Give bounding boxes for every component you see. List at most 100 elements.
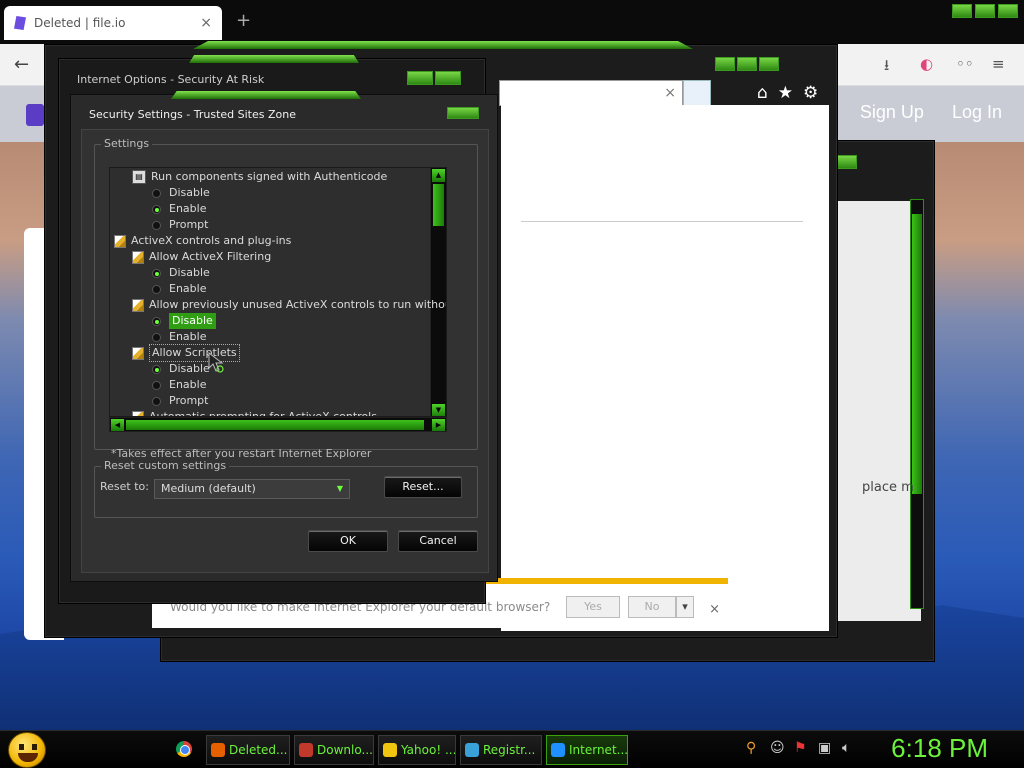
tree-radio-option[interactable]: Disable (152, 313, 216, 329)
tree-setting-header[interactable]: Allow ActiveX Filtering (132, 249, 271, 265)
notification-close-icon[interactable]: × (709, 602, 720, 617)
ie-max-button[interactable] (737, 57, 757, 71)
activex-icon (132, 298, 144, 312)
scrollbar-thumb[interactable] (912, 214, 922, 494)
taskbar-app-icon (299, 743, 313, 757)
taskbar-button-label: Internet... (569, 743, 628, 757)
taskbar-button[interactable]: Deleted... (206, 735, 290, 765)
taskbar-button[interactable]: Internet... (546, 735, 628, 765)
minimize-button[interactable] (952, 4, 972, 18)
site-logo[interactable] (26, 104, 44, 126)
reset-level-select[interactable]: Medium (default) ▼ (154, 479, 350, 499)
home-icon[interactable]: ⌂ (757, 83, 768, 103)
tree-radio-option[interactable]: Prompt (152, 393, 208, 409)
radio-button-icon[interactable] (152, 284, 161, 294)
radio-button-icon[interactable] (152, 364, 161, 374)
settings-tree[interactable]: ▲ ▼ ▤ Run components signed with Authenti… (109, 167, 447, 417)
activex-icon (114, 234, 126, 248)
sign-up-link[interactable]: Sign Up (860, 102, 924, 123)
volume-icon[interactable]: 🔈︎ (842, 740, 850, 756)
favorites-star-icon[interactable]: ★ (778, 83, 793, 103)
taskbar-button-label: Yahoo! ... (401, 743, 456, 757)
no-dropdown-button[interactable]: ▾ (676, 596, 694, 618)
radio-button-icon[interactable] (152, 396, 161, 406)
ie-close-button[interactable] (759, 57, 779, 71)
radio-button-icon[interactable] (152, 268, 161, 278)
network-icon[interactable]: ▣ (818, 740, 831, 756)
tree-setting-header[interactable]: ▤ Run components signed with Authenticode (132, 169, 387, 185)
tree-radio-option[interactable]: Disable (152, 265, 210, 281)
tree-setting-header[interactable]: ActiveX controls and plug-ins (114, 233, 291, 249)
no-button[interactable]: No (628, 596, 676, 618)
tree-row-label: Enable (169, 202, 207, 215)
extension-icon[interactable]: ◐ (920, 55, 933, 73)
scroll-left-icon[interactable]: ◀ (111, 419, 124, 431)
taskbar-button[interactable]: Yahoo! ... (378, 735, 456, 765)
tree-radio-option[interactable]: Enable (152, 281, 206, 297)
tree-vertical-scrollbar[interactable]: ▲ ▼ (430, 168, 446, 416)
new-tab-button[interactable]: + (236, 10, 251, 31)
tree-setting-header[interactable]: Allow previously unused ActiveX controls… (132, 297, 446, 313)
download-icon[interactable]: ⭳ (884, 55, 889, 80)
cast-icon[interactable]: ◦◦ (956, 55, 974, 73)
window-decoration (193, 41, 693, 49)
action-center-flag-icon[interactable]: ⚑ (794, 740, 807, 756)
inet-close-button[interactable] (435, 71, 461, 85)
bg-close-button[interactable] (837, 155, 857, 169)
chrome-taskbar-icon[interactable] (176, 741, 192, 757)
inet-min-button[interactable] (407, 71, 433, 85)
vertical-scroll-thumb[interactable] (433, 184, 444, 226)
radio-button-icon[interactable] (152, 332, 161, 342)
tree-radio-option[interactable]: Enable (152, 377, 206, 393)
tree-radio-option[interactable]: Disable (152, 361, 210, 377)
close-window-button[interactable] (998, 4, 1018, 18)
mouse-cursor-icon (208, 352, 224, 373)
radio-button-icon[interactable] (152, 380, 161, 390)
start-smiley-icon[interactable] (8, 732, 46, 768)
dialog-close-button[interactable] (447, 107, 479, 119)
taskbar-button[interactable]: Registr... (460, 735, 542, 765)
search-icon[interactable]: ⚲ (746, 740, 756, 756)
ok-button[interactable]: OK (308, 530, 388, 552)
internet-options-title: Internet Options - Security At Risk (77, 73, 265, 86)
address-bar[interactable]: × (499, 80, 683, 106)
scroll-down-icon[interactable]: ▼ (432, 404, 445, 416)
security-settings-dialog: Security Settings - Trusted Sites Zone S… (70, 91, 498, 582)
radio-button-icon[interactable] (152, 316, 161, 326)
back-arrow-icon[interactable]: ← (14, 54, 29, 75)
address-clear-icon[interactable]: × (664, 85, 676, 101)
tab-close-icon[interactable]: × (200, 15, 212, 31)
yes-button[interactable]: Yes (566, 596, 620, 618)
divider (521, 221, 803, 222)
scroll-up-icon[interactable]: ▲ (432, 169, 445, 182)
tools-gear-icon[interactable]: ⚙ (803, 83, 818, 103)
background-scrollbar[interactable] (910, 199, 924, 609)
taskbar-button[interactable]: Downlo... (294, 735, 374, 765)
chrome-window-controls (952, 4, 1018, 18)
taskbar-clock[interactable]: 6:18 PM (891, 733, 988, 764)
site-nav: Sign Up Log In (860, 102, 1002, 123)
radio-button-icon[interactable] (152, 220, 161, 230)
maximize-button[interactable] (975, 4, 995, 18)
tree-row-label: Allow ActiveX Filtering (149, 250, 272, 263)
address-go-button[interactable] (683, 80, 711, 106)
reset-button[interactable]: Reset... (384, 476, 462, 498)
chrome-tab[interactable]: Deleted | file.io × (4, 6, 222, 40)
tree-radio-option[interactable]: Enable (152, 201, 206, 217)
tree-radio-option[interactable]: Disable (152, 185, 210, 201)
activex-icon (132, 250, 144, 264)
messenger-icon[interactable]: ☺ (770, 740, 785, 756)
radio-button-icon[interactable] (152, 188, 161, 198)
tree-setting-header[interactable]: Automatic prompting for ActiveX controls (132, 409, 377, 416)
radio-button-icon[interactable] (152, 204, 161, 214)
taskbar-app-icon (211, 743, 225, 757)
scroll-right-icon[interactable]: ▶ (432, 419, 445, 431)
menu-icon[interactable]: ≡ (992, 55, 1005, 73)
log-in-link[interactable]: Log In (952, 102, 1002, 123)
horizontal-scroll-thumb[interactable] (126, 420, 424, 430)
tree-radio-option[interactable]: Enable (152, 329, 206, 345)
ie-min-button[interactable] (715, 57, 735, 71)
tree-radio-option[interactable]: Prompt (152, 217, 208, 233)
tree-horizontal-scrollbar[interactable]: ◀ ▶ (109, 417, 447, 432)
cancel-button[interactable]: Cancel (398, 530, 478, 552)
